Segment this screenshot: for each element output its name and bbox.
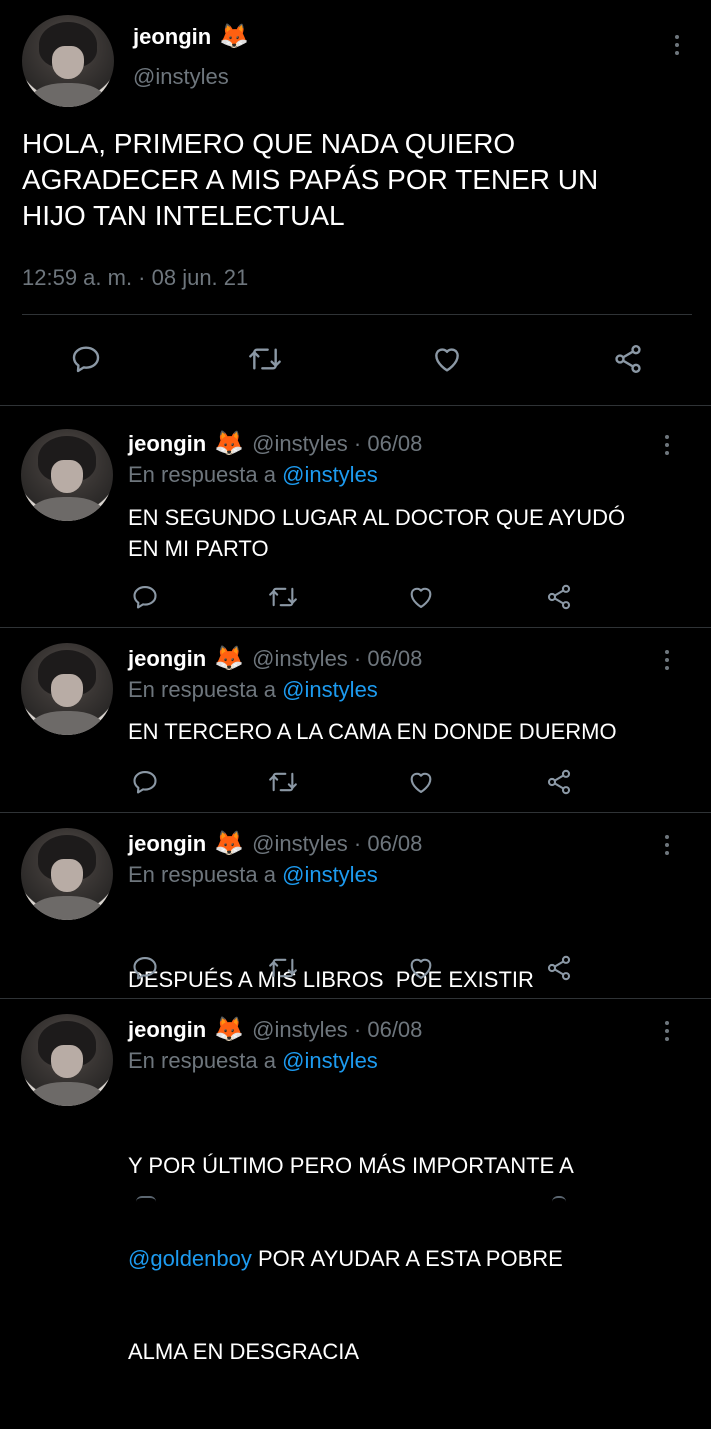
divider [0,812,711,813]
reply-to-link[interactable]: @instyles [282,862,378,887]
reply-icon[interactable] [130,954,160,982]
avatar[interactable] [21,643,113,735]
tweet-text: Y POR ÚLTIMO PERO MÁS IMPORTANTE A @gold… [128,1153,574,1364]
retweet-icon[interactable] [266,768,300,796]
like-icon[interactable] [406,768,436,796]
avatar[interactable] [22,15,114,107]
handle-date[interactable]: @instyles · 06/08 [252,431,422,457]
reply-context: En respuesta a [128,862,276,887]
fox-emoji-icon: 🦊 [214,1016,245,1043]
fox-emoji-icon: 🦊 [214,830,245,857]
more-options-icon[interactable] [674,35,680,55]
reply-icon[interactable] [130,583,160,611]
avatar[interactable] [21,429,113,521]
reply-to-link[interactable]: @instyles [282,462,378,487]
like-icon[interactable] [429,343,465,375]
avatar[interactable] [21,828,113,920]
divider [22,314,692,315]
share-icon[interactable] [544,583,574,611]
reply-icon[interactable] [130,768,160,796]
handle[interactable]: @instyles [133,64,229,90]
avatar[interactable] [21,1014,113,1106]
retweet-icon[interactable] [266,954,300,982]
tweet-text: HOLA, PRIMERO QUE NADA QUIERO AGRADECER … [22,128,599,231]
like-icon[interactable] [406,583,436,611]
handle-date[interactable]: @instyles · 06/08 [252,1017,422,1043]
share-icon[interactable] [544,768,574,796]
display-name[interactable]: jeongin [128,431,206,457]
reply-to-link[interactable]: @instyles [282,677,378,702]
like-icon[interactable] [406,954,436,982]
display-name[interactable]: jeongin [128,646,206,672]
more-options-icon[interactable] [664,650,670,670]
handle-date[interactable]: @instyles · 06/08 [252,646,422,672]
divider [0,998,711,999]
display-name[interactable]: jeongin [128,1017,206,1043]
reply-context: En respuesta a [128,677,276,702]
more-options-icon[interactable] [664,435,670,455]
share-icon[interactable] [552,1196,566,1202]
timestamp[interactable]: 12:59 a. m. · 08 jun. 21 [22,265,248,291]
mention-link[interactable]: @goldenboy [128,1246,252,1271]
more-options-icon[interactable] [664,1021,670,1041]
fox-emoji-icon: 🦊 [214,645,245,672]
handle-date[interactable]: @instyles · 06/08 [252,831,422,857]
tweet-text: EN SEGUNDO LUGAR AL DOCTOR QUE AYUDÓ EN … [128,505,626,561]
retweet-icon[interactable] [266,583,300,611]
reply-icon[interactable] [68,343,104,375]
divider [0,627,711,628]
display-name[interactable]: jeongin [128,831,206,857]
reply-icon[interactable] [136,1196,156,1202]
fox-emoji-icon: 🦊 [214,430,245,457]
divider [0,405,711,406]
fox-emoji-icon: 🦊 [219,23,250,50]
reply-context: En respuesta a [128,462,276,487]
display-name[interactable]: jeongin [133,24,211,50]
share-icon[interactable] [544,954,574,982]
reply-context: En respuesta a [128,1048,276,1073]
retweet-icon[interactable] [245,343,285,375]
more-options-icon[interactable] [664,835,670,855]
share-icon[interactable] [610,343,646,375]
tweet-text: EN TERCERO A LA CAMA EN DONDE DUERMO [128,719,617,744]
reply-to-link[interactable]: @instyles [282,1048,378,1073]
